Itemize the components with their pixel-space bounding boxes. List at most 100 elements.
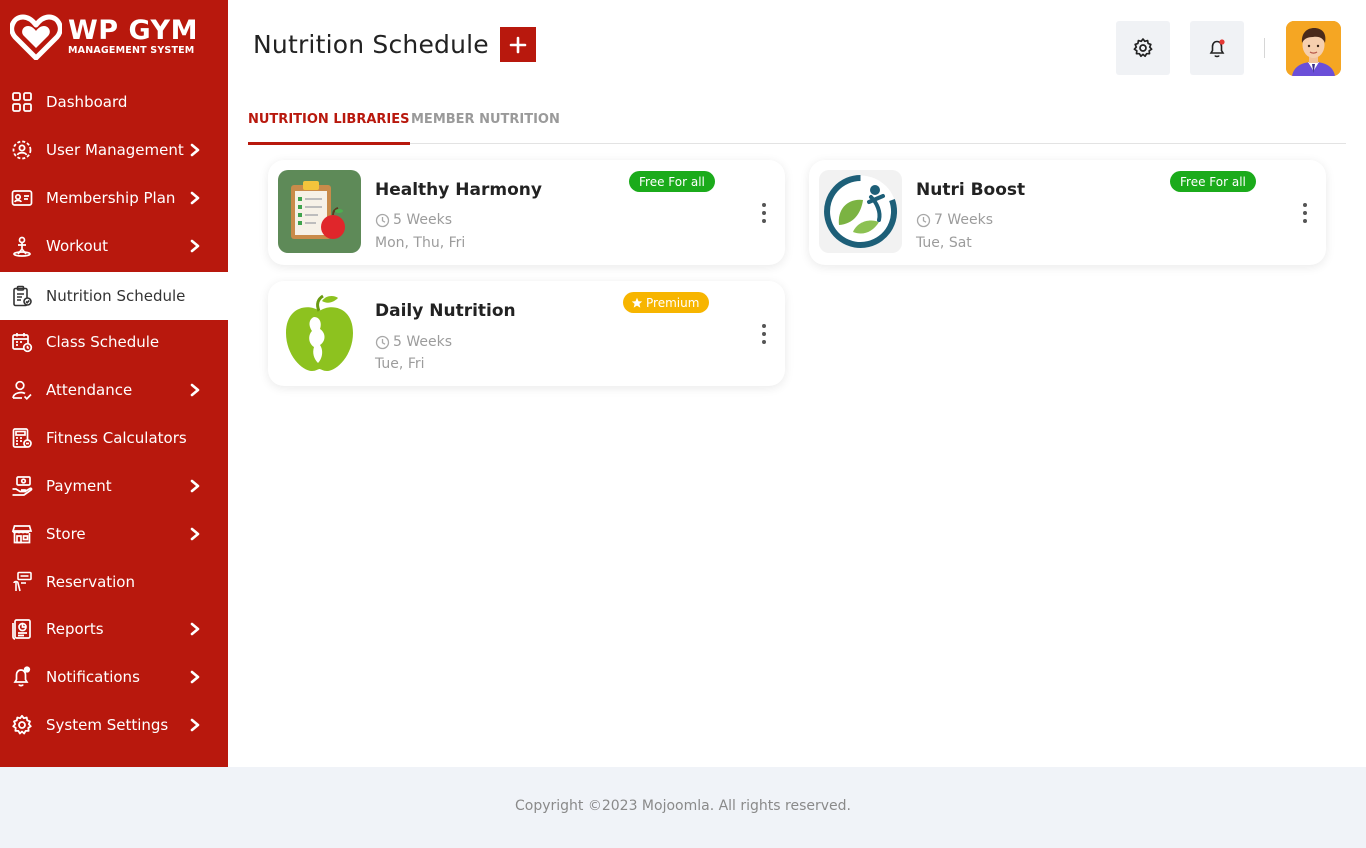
reservation-icon — [13, 571, 32, 592]
heart-logo-icon — [10, 14, 62, 60]
user-avatar[interactable] — [1286, 21, 1341, 76]
sidebar-item-nutrition-schedule[interactable]: Nutrition Schedule — [0, 272, 228, 320]
sidebar-item-label: Membership Plan — [46, 189, 176, 207]
workout-icon — [13, 236, 31, 257]
apple-silhouette-icon — [278, 291, 361, 374]
sidebar-item-workout[interactable]: Workout — [0, 222, 228, 270]
sidebar-item-label: System Settings — [46, 716, 169, 734]
nutrition-card-days: Mon, Thu, Fri — [375, 235, 466, 251]
user-check-icon — [12, 380, 32, 401]
dashboard-icon — [12, 92, 32, 112]
sidebar-item-label: User Management — [46, 141, 184, 159]
add-nutrition-button[interactable] — [500, 27, 536, 62]
sidebar-item-reservation[interactable]: Reservation — [0, 558, 228, 606]
clock-icon — [375, 335, 390, 349]
settings-button[interactable] — [1116, 21, 1170, 75]
more-options-icon[interactable] — [757, 202, 771, 224]
calendar-icon — [12, 333, 33, 353]
bell-icon — [1209, 39, 1225, 58]
nutrition-card-image — [819, 170, 902, 253]
nutrition-card-image — [278, 291, 361, 374]
avatar-illustration-icon — [1286, 21, 1341, 76]
sidebar-item-label: Reservation — [46, 573, 135, 591]
sidebar-item-class-schedule[interactable]: Class Schedule — [0, 318, 228, 366]
nutrition-card-duration: 5 Weeks — [375, 334, 452, 350]
nutrition-card-duration-text: 7 Weeks — [934, 212, 994, 228]
calculator-icon — [12, 428, 32, 448]
gear-icon — [12, 714, 32, 735]
sidebar-item-store[interactable]: Store — [0, 510, 228, 558]
clock-icon — [375, 213, 390, 227]
chevron-right-icon — [190, 143, 200, 157]
tab-member-nutrition[interactable]: MEMBER NUTRITION — [411, 112, 560, 127]
page-title: Nutrition Schedule — [253, 30, 489, 59]
nutrition-card-title: Nutri Boost — [916, 180, 1026, 200]
store-icon — [11, 525, 33, 544]
sidebar-item-notifications[interactable]: Notifications — [0, 653, 228, 701]
bell-icon — [13, 666, 31, 687]
report-icon — [12, 619, 31, 640]
brand-subtitle: MANAGEMENT SYSTEM — [68, 45, 195, 56]
nutrition-card[interactable]: Nutri Boost 7 Weeks Tue, Sat Free For al… — [809, 160, 1326, 265]
sidebar-item-user-management[interactable]: User Management — [0, 126, 228, 174]
more-options-icon[interactable] — [757, 323, 771, 345]
sidebar-item-label: Reports — [46, 620, 104, 638]
sidebar-item-label: Store — [46, 525, 86, 543]
sidebar-item-payment[interactable]: Payment — [0, 462, 228, 510]
users-gear-icon — [12, 140, 32, 160]
sidebar-item-label: Attendance — [46, 381, 133, 399]
chevron-right-icon — [190, 527, 200, 541]
sidebar-item-label: Dashboard — [46, 93, 128, 111]
nutrition-card-image — [278, 170, 361, 253]
status-badge: Free For all — [629, 171, 715, 192]
sidebar-item-label: Nutrition Schedule — [46, 287, 186, 305]
sidebar-item-attendance[interactable]: Attendance — [0, 366, 228, 414]
clock-icon — [916, 213, 931, 227]
star-icon — [631, 297, 643, 308]
leaf-person-logo-icon — [819, 170, 902, 253]
sidebar-item-fitness-calculators[interactable]: Fitness Calculators — [0, 414, 228, 462]
sidebar-item-dashboard[interactable]: Dashboard — [0, 78, 228, 126]
nutrition-card-duration: 5 Weeks — [375, 212, 452, 228]
sidebar-item-label: Payment — [46, 477, 112, 495]
nutrition-card-days: Tue, Fri — [375, 356, 425, 372]
copyright-text: Copyright ©2023 Mojoomla. All rights res… — [514, 798, 851, 814]
chevron-right-icon — [190, 239, 200, 253]
membership-card-icon — [11, 190, 33, 206]
chevron-right-icon — [190, 622, 200, 636]
nutrition-card-title: Daily Nutrition — [375, 301, 516, 321]
chevron-right-icon — [190, 670, 200, 684]
nutrition-card-title: Healthy Harmony — [375, 180, 542, 200]
nutrition-tabs: NUTRITION LIBRARIES MEMBER NUTRITION — [248, 104, 1346, 145]
clipboard-nutrition-icon — [13, 285, 32, 307]
footer: Copyright ©2023 Mojoomla. All rights res… — [0, 767, 1366, 848]
chevron-right-icon — [190, 718, 200, 732]
tab-nutrition-libraries[interactable]: NUTRITION LIBRARIES — [248, 112, 410, 145]
sidebar-item-reports[interactable]: Reports — [0, 605, 228, 653]
status-badge: Premium — [623, 292, 710, 313]
nutrition-card-duration-text: 5 Weeks — [393, 334, 453, 350]
brand-title: WP GYM — [68, 15, 198, 46]
chevron-right-icon — [190, 383, 200, 397]
sidebar-item-label: Notifications — [46, 668, 140, 686]
gear-icon — [1133, 38, 1153, 58]
chevron-right-icon — [190, 479, 200, 493]
sidebar-item-label: Fitness Calculators — [46, 429, 187, 447]
plus-icon — [509, 36, 527, 53]
sidebar-item-system-settings[interactable]: System Settings — [0, 701, 228, 749]
nutrition-card[interactable]: Healthy Harmony 5 Weeks Mon, Thu, Fri Fr… — [268, 160, 785, 265]
more-options-icon[interactable] — [1298, 202, 1312, 224]
status-badge: Free For all — [1170, 171, 1256, 192]
chevron-right-icon — [190, 191, 200, 205]
clipboard-apple-icon — [278, 170, 361, 253]
brand-logo[interactable]: WP GYM MANAGEMENT SYSTEM — [10, 12, 220, 62]
nutrition-card-duration-text: 5 Weeks — [393, 212, 453, 228]
status-badge-label: Premium — [646, 295, 700, 310]
payment-hand-icon — [12, 476, 33, 496]
nutrition-card-duration: 7 Weeks — [916, 212, 993, 228]
header-divider — [1264, 38, 1265, 58]
sidebar-item-membership-plan[interactable]: Membership Plan — [0, 174, 228, 222]
notifications-button[interactable] — [1190, 21, 1244, 75]
nutrition-card[interactable]: Daily Nutrition 5 Weeks Tue, Fri Premium — [268, 281, 785, 386]
sidebar: WP GYM MANAGEMENT SYSTEM Dashboard User … — [0, 0, 228, 767]
